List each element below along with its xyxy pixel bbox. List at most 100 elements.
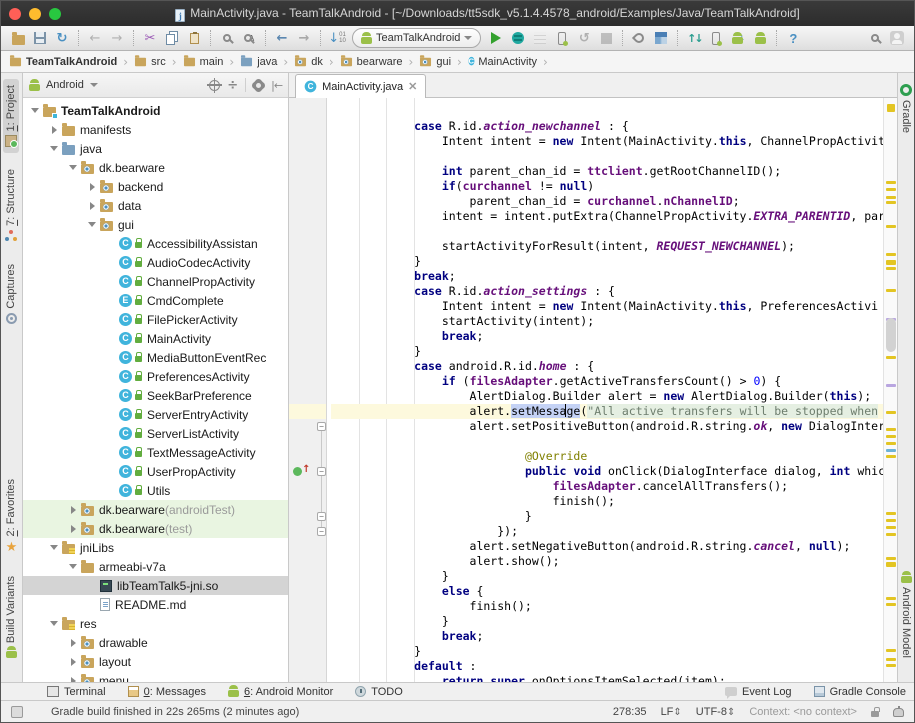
expand-arrow-icon[interactable] — [67, 639, 80, 647]
warning-stripe-mark[interactable] — [886, 442, 896, 445]
code-line[interactable] — [331, 104, 883, 119]
tree-row[interactable]: data — [23, 196, 288, 215]
fold-marker-icon[interactable]: − — [317, 512, 326, 521]
expand-arrow-icon[interactable] — [48, 545, 61, 550]
editor-gutter[interactable]: − − − − — [289, 98, 327, 682]
code-line[interactable]: finish(); — [331, 494, 883, 509]
warning-stripe-mark[interactable] — [886, 181, 896, 184]
close-window-button[interactable] — [9, 8, 21, 20]
tree-row[interactable]: java — [23, 139, 288, 158]
code-line[interactable]: Intent intent = new Intent(MainActivity.… — [331, 134, 883, 149]
code-line[interactable]: finish(); — [331, 599, 883, 614]
warning-stripe-mark[interactable] — [886, 196, 896, 199]
expand-arrow-icon[interactable] — [67, 658, 80, 666]
avd-manager-icon[interactable] — [705, 28, 727, 48]
code-line[interactable]: } — [331, 254, 883, 269]
help-icon[interactable]: ? — [782, 28, 804, 48]
fold-marker-icon[interactable]: − — [317, 527, 326, 536]
warning-stripe-mark[interactable] — [886, 455, 896, 458]
tree-row[interactable]: drawable — [23, 633, 288, 652]
tree-row[interactable]: dk.bearware (androidTest) — [23, 500, 288, 519]
warning-stripe-mark[interactable] — [886, 289, 896, 292]
fold-marker-icon[interactable]: − — [317, 422, 326, 431]
breadcrumb-item-src[interactable]: src — [132, 54, 168, 70]
code-line[interactable]: } — [331, 344, 883, 359]
find-icon[interactable] — [216, 28, 238, 48]
warning-stripe-mark[interactable] — [886, 225, 896, 228]
expand-arrow-icon[interactable] — [67, 506, 80, 514]
project-view-selector[interactable]: Android — [46, 79, 84, 91]
warning-stripe-mark[interactable] — [886, 664, 896, 667]
paste-icon[interactable] — [183, 28, 205, 48]
expand-arrow-icon[interactable] — [67, 165, 80, 170]
code-line[interactable]: }); — [331, 524, 883, 539]
tree-row[interactable]: dk.bearware (test) — [23, 519, 288, 538]
tree-row[interactable]: CAccessibilityAssistan — [23, 234, 288, 253]
code-line[interactable] — [331, 224, 883, 239]
tree-row[interactable]: CPreferencesActivity — [23, 367, 288, 386]
open-folder-icon[interactable] — [7, 28, 29, 48]
expand-arrow-icon[interactable] — [86, 202, 99, 210]
gear-icon[interactable] — [253, 80, 264, 91]
code-line[interactable]: public void onClick(DialogInterface dial… — [331, 464, 883, 479]
tree-row[interactable]: libTeamTalk5-jni.so — [23, 576, 288, 595]
debug-icon[interactable] — [507, 28, 529, 48]
warning-stripe-mark[interactable] — [886, 356, 896, 359]
warning-stripe-mark[interactable] — [886, 260, 896, 265]
code-line[interactable]: } — [331, 614, 883, 629]
warning-stripe-mark[interactable] — [886, 557, 896, 560]
tool-button-2-favorites[interactable]: 2: Favorites★ — [3, 473, 19, 559]
info-stripe-mark[interactable] — [886, 384, 896, 387]
breadcrumb-item-java[interactable]: java — [238, 54, 279, 70]
minimize-window-button[interactable] — [29, 8, 41, 20]
warning-stripe-mark[interactable] — [886, 649, 896, 652]
tool-button-build-variants[interactable]: Build Variants — [3, 570, 19, 664]
warning-stripe-mark[interactable] — [887, 104, 895, 112]
tree-row[interactable]: README.md — [23, 595, 288, 614]
code-editor[interactable]: case R.id.action_newchannel : { Intent i… — [327, 98, 883, 682]
code-line[interactable]: alert.show(); — [331, 554, 883, 569]
breadcrumb-item-dk[interactable]: dk — [292, 54, 325, 70]
tool-window-button-gradle-console[interactable]: Gradle Console — [814, 686, 906, 698]
back-icon[interactable]: ← — [271, 28, 293, 48]
code-line[interactable]: break; — [331, 269, 883, 284]
copy-icon[interactable] — [161, 28, 183, 48]
expand-arrow-icon[interactable] — [67, 525, 80, 533]
code-line[interactable]: if(curchannel != null) — [331, 179, 883, 194]
tool-window-button-6-android-monitor[interactable]: 6: Android Monitor — [228, 686, 333, 698]
tree-row[interactable]: dk.bearware — [23, 158, 288, 177]
tree-row[interactable]: menu — [23, 671, 288, 682]
tool-button-gradle[interactable]: Gradle — [898, 78, 914, 139]
warning-stripe-mark[interactable] — [886, 526, 896, 529]
tree-row[interactable]: TeamTalkAndroid — [23, 101, 288, 120]
save-icon[interactable] — [29, 28, 51, 48]
tree-row[interactable]: CTextMessageActivity — [23, 443, 288, 462]
run-config-select[interactable]: TeamTalkAndroid — [352, 28, 481, 48]
override-marker-icon[interactable] — [293, 467, 302, 476]
fold-marker-icon[interactable]: − — [317, 467, 326, 476]
locate-file-icon[interactable] — [209, 80, 220, 91]
info-stripe-mark[interactable] — [886, 449, 896, 452]
flatten-packages-icon[interactable]: ÷ — [227, 78, 238, 93]
tool-button-captures[interactable]: Captures — [3, 258, 19, 330]
expand-arrow-icon[interactable] — [48, 621, 61, 626]
code-line[interactable]: Intent intent = new Intent(MainActivity.… — [331, 299, 883, 314]
attach-debugger-icon[interactable] — [551, 28, 573, 48]
run-icon[interactable] — [485, 28, 507, 48]
code-line[interactable]: } — [331, 644, 883, 659]
toggle-toolwindows-icon[interactable] — [11, 706, 23, 718]
tree-row[interactable]: CAudioCodecActivity — [23, 253, 288, 272]
tool-window-button-todo[interactable]: TODO — [355, 686, 403, 698]
collapse-panel-icon[interactable]: |← — [271, 79, 282, 92]
breadcrumb-item-main[interactable]: main — [181, 54, 226, 70]
sync-icon[interactable]: ↻ — [51, 28, 73, 48]
tool-window-button-event-log[interactable]: Event Log — [725, 686, 792, 698]
code-line[interactable]: } — [331, 509, 883, 524]
tree-row[interactable]: CChannelPropActivity — [23, 272, 288, 291]
warning-stripe-mark[interactable] — [886, 411, 896, 414]
expand-arrow-icon[interactable] — [48, 146, 61, 151]
context-indicator[interactable]: Context: <no context> — [749, 706, 857, 718]
tree-row[interactable]: gui — [23, 215, 288, 234]
breadcrumb-item-gui[interactable]: gui — [417, 54, 453, 70]
hector-icon[interactable] — [893, 708, 904, 717]
